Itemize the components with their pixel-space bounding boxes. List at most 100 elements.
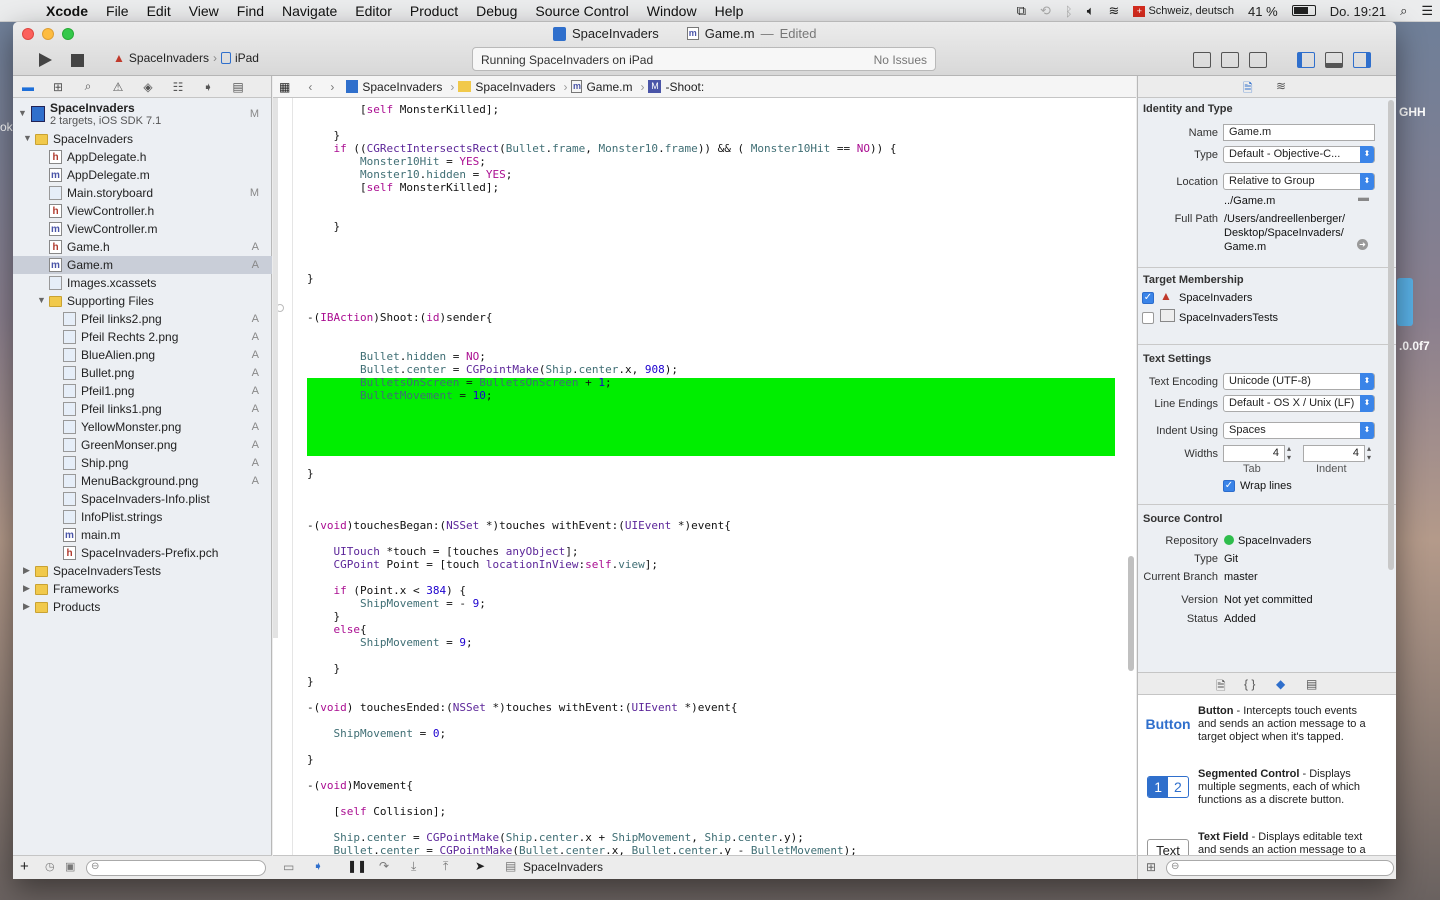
file-row[interactable]: Pfeil Rechts 2.png A [13, 328, 272, 346]
library-item-segmented-control[interactable]: 12 Segmented Control - Displays multiple… [1144, 768, 1384, 818]
wrap-lines-checkbox[interactable]: ✓ [1223, 480, 1235, 492]
disclosure-triangle-icon[interactable]: ▶ [23, 583, 30, 594]
file-row[interactable]: Images.xcassets [13, 274, 272, 292]
media-library-icon[interactable]: ▤ [1306, 677, 1317, 691]
menu-source-control[interactable]: Source Control [526, 3, 637, 19]
breakpoints-toggle-icon[interactable]: ➧ [313, 859, 323, 873]
close-button[interactable] [22, 28, 34, 40]
wifi-icon[interactable]: ≋ [1102, 3, 1127, 19]
project-root-row[interactable]: ▼ SpaceInvaders 2 targets, iOS SDK 7.1 M [13, 100, 272, 128]
menu-edit[interactable]: Edit [138, 3, 180, 19]
menu-window[interactable]: Window [638, 3, 706, 19]
file-row[interactable]: BlueAlien.png A [13, 346, 272, 364]
assistant-editor-icon[interactable] [1221, 52, 1239, 68]
version-editor-icon[interactable] [1249, 52, 1267, 68]
file-row[interactable]: ▶ SpaceInvadersTests [13, 562, 272, 580]
grid-view-icon[interactable]: ⊞ [1146, 860, 1156, 874]
file-row[interactable]: h SpaceInvaders-Prefix.pch [13, 544, 272, 562]
file-row[interactable]: Pfeil links2.png A [13, 310, 272, 328]
file-row[interactable]: MenuBackground.png A [13, 472, 272, 490]
toggle-navigator-icon[interactable] [1297, 52, 1315, 68]
file-row[interactable]: YellowMonster.png A [13, 418, 272, 436]
code-snippet-library-icon[interactable]: { } [1244, 677, 1255, 691]
menu-product[interactable]: Product [401, 3, 467, 19]
scheme-selector[interactable]: ▲ SpaceInvaders › iPad [113, 51, 259, 65]
file-row[interactable]: h AppDelegate.h [13, 148, 272, 166]
text-encoding-select[interactable]: Unicode (UTF-8) ⬍ [1223, 373, 1375, 390]
line-endings-select[interactable]: Default - OS X / Unix (LF) ⬍ [1223, 395, 1375, 412]
time-machine-icon[interactable]: ⟲ [1033, 3, 1058, 19]
target-tests-checkbox[interactable] [1142, 312, 1154, 324]
menu-debug[interactable]: Debug [467, 3, 526, 19]
disclosure-triangle-icon[interactable]: ▶ [23, 601, 30, 612]
volume-icon[interactable]: 🔈︎ [1080, 3, 1102, 19]
menu-app[interactable]: Xcode [46, 3, 97, 19]
file-row[interactable]: InfoPlist.strings [13, 508, 272, 526]
add-icon[interactable]: + [20, 858, 29, 875]
object-library-icon[interactable]: ◆ [1276, 677, 1285, 691]
related-items-icon[interactable]: ▦ [273, 80, 294, 94]
file-row[interactable]: Bullet.png A [13, 364, 272, 382]
file-row[interactable]: m main.m [13, 526, 272, 544]
choose-folder-icon[interactable]: ▬ [1358, 192, 1369, 204]
source-control-filter-icon[interactable]: ▣ [65, 860, 75, 873]
target-spaceinvaders-checkbox[interactable]: ✓ [1142, 292, 1154, 304]
battery-icon[interactable] [1285, 4, 1323, 19]
jump-file[interactable]: Game.m [582, 80, 636, 94]
spotlight-icon[interactable]: ⌕ [1393, 3, 1414, 19]
pause-icon[interactable]: ❚❚ [347, 859, 367, 873]
quick-help-icon[interactable]: ≋ [1276, 79, 1286, 93]
library-item-button[interactable]: Button Button - Intercepts touch events … [1144, 705, 1384, 755]
file-row[interactable]: h ViewController.h [13, 202, 272, 220]
toggle-utilities-icon[interactable] [1353, 52, 1371, 68]
file-type-select[interactable]: Default - Objective-C... ⬍ [1223, 146, 1375, 163]
notification-center-icon[interactable]: ☰ [1414, 3, 1440, 19]
issues-status[interactable]: No Issues [874, 53, 927, 67]
file-row[interactable]: Pfeil1.png A [13, 382, 272, 400]
keyboard-input-menu[interactable]: + Schweiz, deutsch [1126, 5, 1241, 17]
reveal-in-finder-icon[interactable]: ➜ [1357, 239, 1368, 250]
log-navigator-icon[interactable]: ▤ [223, 80, 253, 94]
debug-target-name[interactable]: SpaceInvaders [523, 860, 603, 874]
menu-view[interactable]: View [180, 3, 228, 19]
test-navigator-icon[interactable]: ◈ [133, 80, 163, 94]
file-row[interactable]: m AppDelegate.m [13, 166, 272, 184]
stop-button[interactable] [69, 50, 85, 70]
fullscreen-button[interactable] [62, 28, 74, 40]
file-row[interactable]: ▼ SpaceInvaders [13, 130, 272, 148]
file-row[interactable]: Pfeil links1.png A [13, 400, 272, 418]
menu-file[interactable]: File [97, 3, 138, 19]
file-row[interactable]: SpaceInvaders-Info.plist [13, 490, 272, 508]
indent-width-stepper-icon[interactable]: ▴ ▾ [1367, 444, 1371, 462]
toggle-debug-area-icon[interactable] [1325, 52, 1343, 68]
name-field[interactable]: Game.m [1223, 124, 1375, 141]
location-select[interactable]: Relative to Group ⬍ [1223, 173, 1375, 190]
menu-help[interactable]: Help [706, 3, 753, 19]
issue-navigator-icon[interactable]: ⚠︎ [103, 80, 133, 94]
inspector-scrollbar[interactable] [1388, 100, 1394, 570]
forward-icon[interactable]: › [316, 80, 338, 94]
menubar-clock[interactable]: Do. 19:21 [1323, 4, 1393, 19]
step-out-icon[interactable]: ⤒ [443, 859, 448, 874]
breakpoint-navigator-icon[interactable]: ➧ [193, 80, 223, 94]
step-in-icon[interactable]: ⤓ [411, 859, 416, 874]
indent-width-field[interactable]: 4 [1303, 445, 1365, 462]
file-row[interactable]: ▶ Products [13, 598, 272, 616]
disclosure-triangle-icon[interactable]: ▼ [23, 133, 32, 143]
folder-icon[interactable]: ▬ [13, 80, 43, 94]
file-row[interactable]: ▶ Frameworks [13, 580, 272, 598]
debug-navigator-icon[interactable]: ☷ [163, 80, 193, 94]
jump-group[interactable]: SpaceInvaders [471, 80, 559, 94]
menu-navigate[interactable]: Navigate [273, 3, 346, 19]
jump-symbol[interactable]: -Shoot: [661, 80, 708, 94]
menu-editor[interactable]: Editor [346, 3, 401, 19]
file-row[interactable]: Ship.png A [13, 454, 272, 472]
mission-control-icon[interactable]: ⧉ [1010, 3, 1033, 19]
code-area[interactable]: [self MonsterKilled]; } if ((CGRectInter… [307, 98, 1127, 855]
simulate-location-icon[interactable]: ➤ [475, 859, 485, 873]
file-template-library-icon[interactable]: 🗎︎ [1216, 677, 1226, 698]
disclosure-triangle-icon[interactable]: ▼ [18, 108, 27, 118]
run-button[interactable] [35, 50, 55, 70]
indent-using-select[interactable]: Spaces ⬍ [1223, 422, 1375, 439]
standard-editor-icon[interactable] [1193, 52, 1211, 68]
